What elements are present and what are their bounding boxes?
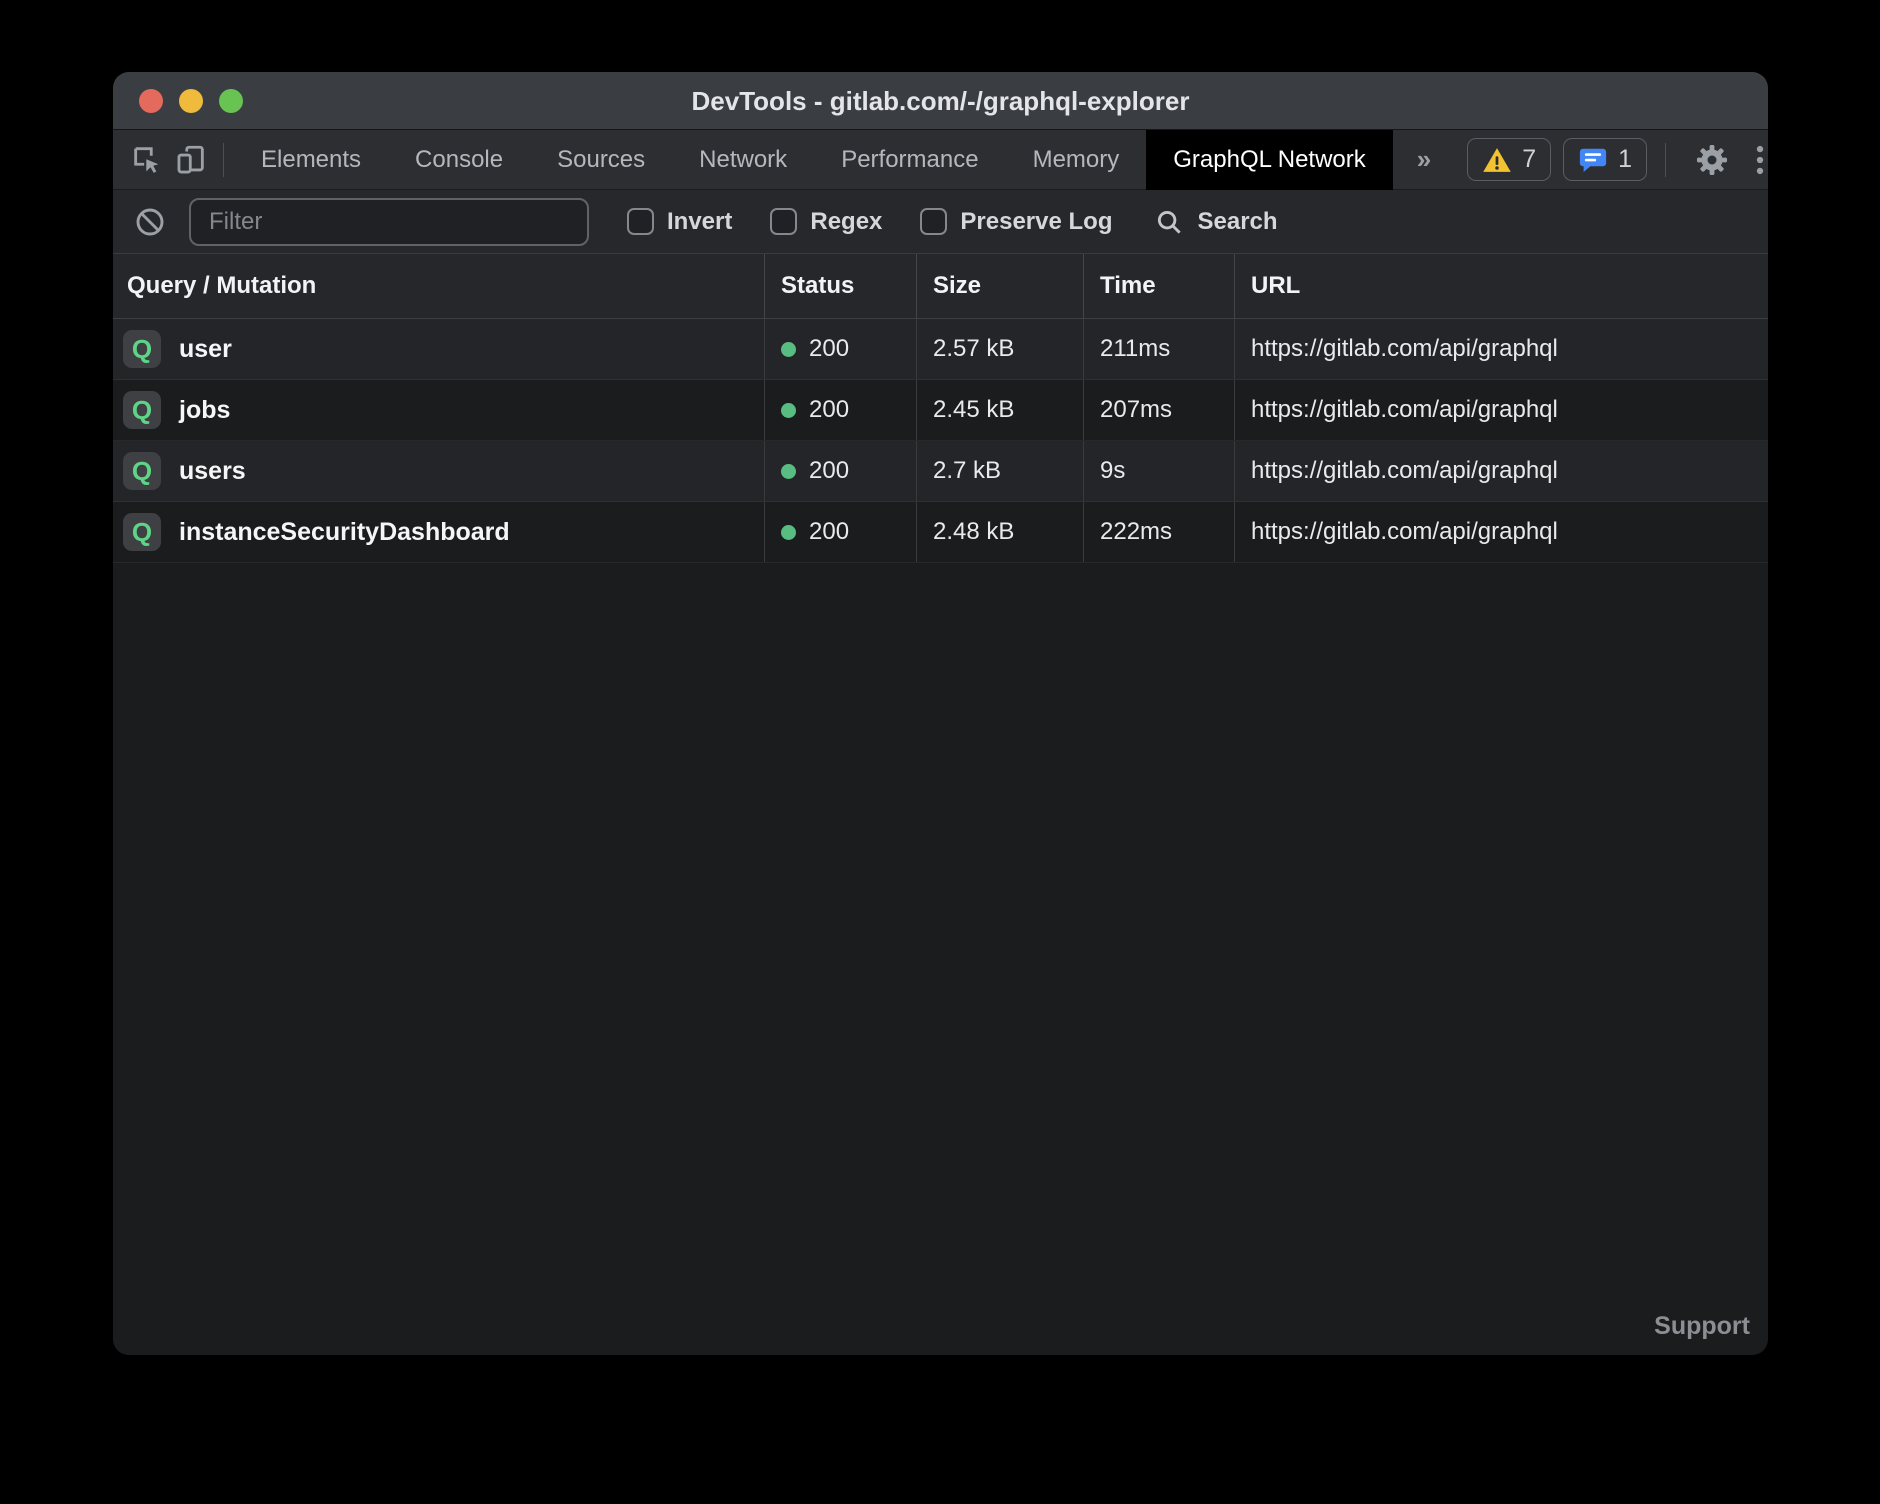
size-cell: 2.7 kB <box>916 441 1083 501</box>
panel-empty-area: Support <box>113 563 1768 1355</box>
column-header-query[interactable]: Query / Mutation <box>113 254 764 318</box>
more-tabs-icon: » <box>1417 144 1431 175</box>
status-ok-dot <box>781 342 796 357</box>
support-link[interactable]: Support <box>1654 1312 1750 1341</box>
clear-log-button[interactable] <box>131 200 169 244</box>
preserve-log-checkbox-group[interactable]: Preserve Log <box>920 208 1112 236</box>
warnings-badge[interactable]: 7 <box>1467 138 1551 181</box>
tab-performance[interactable]: Performance <box>814 130 1005 190</box>
status-ok-dot <box>781 403 796 418</box>
warning-count: 7 <box>1522 145 1536 174</box>
device-toolbar-icon <box>174 143 208 177</box>
issues-icon <box>1578 146 1608 174</box>
requests-table-header: Query / Mutation Status Size Time URL <box>113 254 1768 319</box>
column-header-size[interactable]: Size <box>916 254 1083 318</box>
filter-input[interactable] <box>189 198 589 246</box>
status-ok-dot <box>781 525 796 540</box>
table-row[interactable]: Q instanceSecurityDashboard 200 2.48 kB … <box>113 502 1768 563</box>
regex-checkbox[interactable] <box>770 208 797 235</box>
toggle-device-toolbar-button[interactable] <box>169 138 213 182</box>
tab-sources[interactable]: Sources <box>530 130 672 190</box>
table-row[interactable]: Q jobs 200 2.45 kB 207ms https://gitlab.… <box>113 380 1768 441</box>
warning-icon <box>1482 146 1512 174</box>
menu-icon <box>1745 143 1768 177</box>
status-code: 200 <box>809 457 849 485</box>
query-type-badge: Q <box>123 391 161 429</box>
table-row[interactable]: Q user 200 2.57 kB 211ms https://gitlab.… <box>113 319 1768 380</box>
size-cell: 2.57 kB <box>916 319 1083 379</box>
preserve-log-label: Preserve Log <box>960 208 1112 236</box>
inspect-element-button[interactable] <box>125 138 169 182</box>
tabbar-separator-2 <box>1665 143 1666 177</box>
more-tabs-button[interactable]: » <box>1393 144 1455 175</box>
devtools-menu-button[interactable] <box>1738 138 1768 182</box>
search-icon <box>1154 207 1184 237</box>
inspect-icon <box>130 143 164 177</box>
settings-button[interactable] <box>1690 138 1734 182</box>
url-cell: https://gitlab.com/api/graphql <box>1234 319 1768 379</box>
tabbar-separator <box>223 143 224 177</box>
query-type-badge: Q <box>123 452 161 490</box>
query-type-badge: Q <box>123 330 161 368</box>
query-type-badge: Q <box>123 513 161 551</box>
devtools-tabbar: Elements Console Sources Network Perform… <box>113 130 1768 190</box>
time-cell: 9s <box>1083 441 1234 501</box>
status-ok-dot <box>781 464 796 479</box>
titlebar: DevTools - gitlab.com/-/graphql-explorer <box>113 72 1768 130</box>
settings-icon <box>1694 142 1730 178</box>
tab-graphql-network[interactable]: GraphQL Network <box>1146 130 1393 190</box>
invert-checkbox[interactable] <box>627 208 654 235</box>
tab-console[interactable]: Console <box>388 130 530 190</box>
query-name: users <box>179 457 246 486</box>
panel-tabs: Elements Console Sources Network Perform… <box>234 130 1393 190</box>
invert-checkbox-group[interactable]: Invert <box>627 208 732 236</box>
column-header-status[interactable]: Status <box>764 254 916 318</box>
url-cell: https://gitlab.com/api/graphql <box>1234 502 1768 562</box>
window-title: DevTools - gitlab.com/-/graphql-explorer <box>113 72 1768 130</box>
search-toggle[interactable]: Search <box>1154 207 1277 237</box>
tab-elements[interactable]: Elements <box>234 130 388 190</box>
preserve-log-checkbox[interactable] <box>920 208 947 235</box>
tab-memory[interactable]: Memory <box>1006 130 1147 190</box>
block-icon <box>134 206 166 238</box>
size-cell: 2.48 kB <box>916 502 1083 562</box>
time-cell: 207ms <box>1083 380 1234 440</box>
tab-network[interactable]: Network <box>672 130 814 190</box>
filter-toolbar: Invert Regex Preserve Log Search <box>113 190 1768 254</box>
invert-label: Invert <box>667 208 732 236</box>
column-header-url[interactable]: URL <box>1234 254 1768 318</box>
status-code: 200 <box>809 335 849 363</box>
issue-count: 1 <box>1618 145 1632 174</box>
regex-label: Regex <box>810 208 882 236</box>
regex-checkbox-group[interactable]: Regex <box>770 208 882 236</box>
time-cell: 211ms <box>1083 319 1234 379</box>
url-cell: https://gitlab.com/api/graphql <box>1234 441 1768 501</box>
devtools-window: DevTools - gitlab.com/-/graphql-explorer <box>113 72 1768 1355</box>
time-cell: 222ms <box>1083 502 1234 562</box>
issues-badge[interactable]: 1 <box>1563 138 1647 181</box>
query-name: instanceSecurityDashboard <box>179 518 510 547</box>
status-code: 200 <box>809 518 849 546</box>
table-row[interactable]: Q users 200 2.7 kB 9s https://gitlab.com… <box>113 441 1768 502</box>
status-code: 200 <box>809 396 849 424</box>
size-cell: 2.45 kB <box>916 380 1083 440</box>
column-header-time[interactable]: Time <box>1083 254 1234 318</box>
url-cell: https://gitlab.com/api/graphql <box>1234 380 1768 440</box>
query-name: jobs <box>179 396 230 425</box>
query-name: user <box>179 335 232 364</box>
search-label: Search <box>1197 208 1277 236</box>
